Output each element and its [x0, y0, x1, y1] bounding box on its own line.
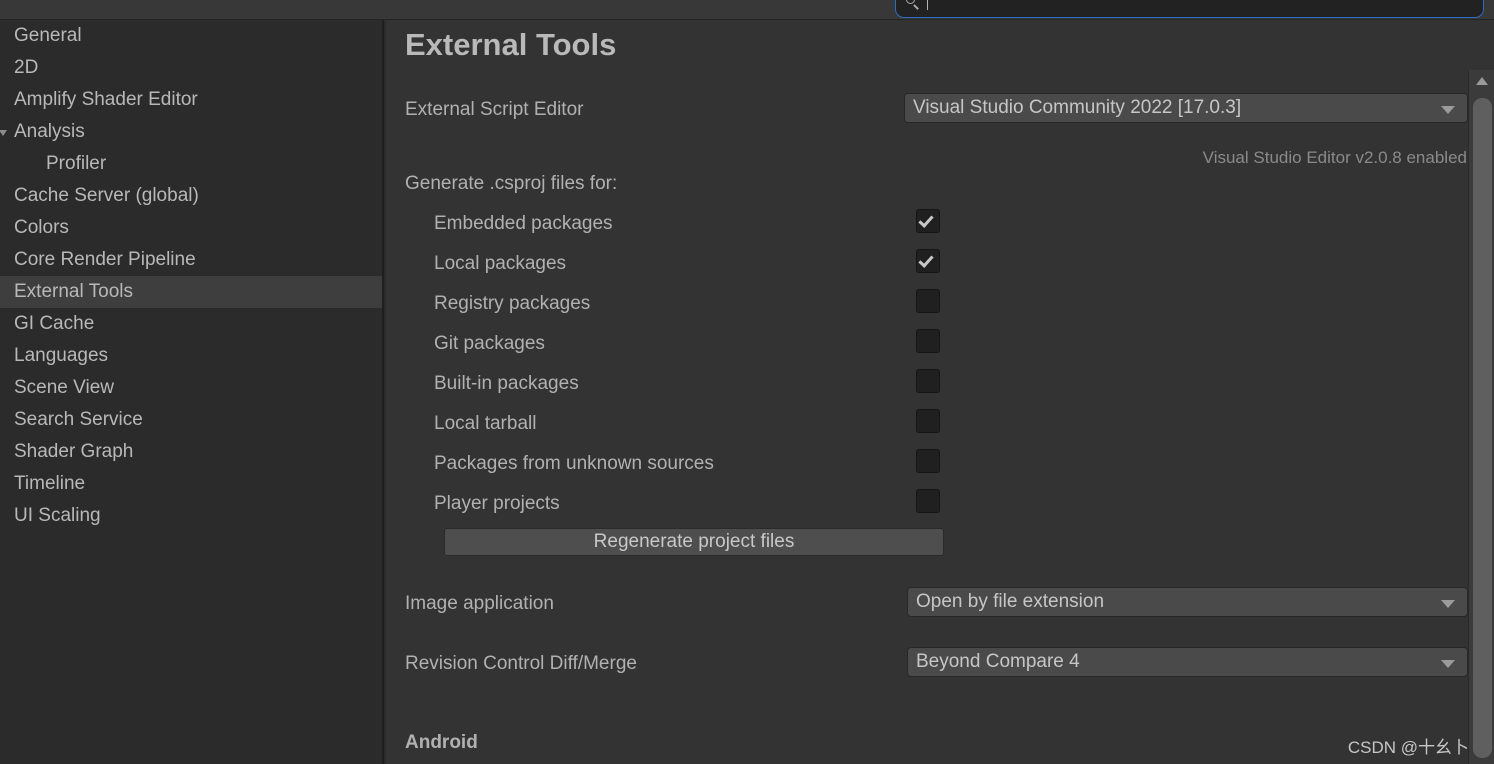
- image-application-dropdown[interactable]: Open by file extension: [907, 587, 1468, 617]
- checkbox-registry-packages[interactable]: [916, 289, 940, 313]
- revision-control-value: Beyond Compare 4: [916, 651, 1080, 673]
- sidebar-item-label: External Tools: [14, 281, 133, 303]
- revision-control-dropdown[interactable]: Beyond Compare 4: [907, 647, 1468, 677]
- sidebar-item-label: Scene View: [14, 377, 114, 399]
- checkbox-embedded-packages-label: Embedded packages: [434, 213, 613, 235]
- check-icon: [918, 252, 933, 268]
- search-icon: [905, 0, 921, 11]
- chevron-down-icon: [1441, 660, 1455, 668]
- content-scrollbar[interactable]: [1468, 70, 1494, 764]
- sidebar-item-label: Search Service: [14, 409, 143, 431]
- sidebar-item-gi-cache[interactable]: GI Cache: [0, 308, 384, 340]
- regenerate-project-files-button[interactable]: Regenerate project files: [444, 528, 944, 556]
- sidebar-item-label: Profiler: [46, 153, 106, 175]
- sidebar-item-scene-view[interactable]: Scene View: [0, 372, 384, 404]
- sidebar-item-label: General: [14, 25, 82, 47]
- sidebar-item-label: Analysis: [14, 121, 85, 143]
- sidebar-item-cache-server-global[interactable]: Cache Server (global): [0, 180, 384, 212]
- scroll-up-icon[interactable]: [1476, 77, 1488, 85]
- sidebar-item-languages[interactable]: Languages: [0, 340, 384, 372]
- sidebar-item-ui-scaling[interactable]: UI Scaling: [0, 500, 384, 532]
- checkbox-built-in-packages[interactable]: [916, 369, 940, 393]
- sidebar-item-analysis[interactable]: Analysis: [0, 116, 384, 148]
- sidebar-item-label: Amplify Shader Editor: [14, 89, 198, 111]
- checkbox-registry-packages-label: Registry packages: [434, 293, 590, 315]
- sidebar-item-label: 2D: [14, 57, 38, 79]
- checkbox-local-packages[interactable]: [916, 249, 940, 273]
- sidebar-item-label: UI Scaling: [14, 505, 101, 527]
- revision-control-label: Revision Control Diff/Merge: [405, 653, 637, 675]
- sidebar-item-label: Cache Server (global): [14, 185, 199, 207]
- regenerate-project-files-label: Regenerate project files: [594, 531, 795, 553]
- sidebar-list: General 2D Amplify Shader Editor Analysis Pr…: [0, 20, 384, 532]
- sidebar-item-label: Shader Graph: [14, 441, 133, 463]
- sidebar-item-general[interactable]: General: [0, 20, 384, 52]
- csdn-watermark: CSDN @十幺卜入: [1348, 733, 1486, 758]
- chevron-down-icon[interactable]: [0, 130, 7, 136]
- external-script-editor-label: External Script Editor: [405, 99, 583, 121]
- chevron-down-icon: [1441, 600, 1455, 608]
- sidebar-item-timeline[interactable]: Timeline: [0, 468, 384, 500]
- sidebar-item-2d[interactable]: 2D: [0, 52, 384, 84]
- script-editor-status-text: Visual Studio Editor v2.0.8 enabled: [1203, 148, 1467, 168]
- external-script-editor-value: Visual Studio Community 2022 [17.0.3]: [913, 97, 1241, 119]
- generate-csproj-label: Generate .csproj files for:: [405, 173, 617, 195]
- chevron-down-icon: [1441, 106, 1455, 114]
- sidebar-item-shader-graph[interactable]: Shader Graph: [0, 436, 384, 468]
- page-title: External Tools: [405, 27, 616, 63]
- sidebar-item-label: Colors: [14, 217, 69, 239]
- sidebar-divider: [382, 20, 384, 764]
- checkbox-player-projects-label: Player projects: [434, 493, 560, 515]
- preferences-window: General 2D Amplify Shader Editor Analysis Pr…: [0, 0, 1494, 764]
- text-caret: [927, 0, 928, 10]
- checkbox-built-in-packages-label: Built-in packages: [434, 373, 579, 395]
- checkbox-git-packages-label: Git packages: [434, 333, 545, 355]
- sidebar-item-core-render-pipeline[interactable]: Core Render Pipeline: [0, 244, 384, 276]
- image-application-value: Open by file extension: [916, 591, 1104, 613]
- checkbox-packages-from-unknown-sources[interactable]: [916, 449, 940, 473]
- check-icon: [918, 212, 933, 228]
- checkbox-local-tarball[interactable]: [916, 409, 940, 433]
- settings-category-sidebar[interactable]: General 2D Amplify Shader Editor Analysis Pr…: [0, 19, 384, 764]
- settings-content-pane: External Tools External Script Editor Vi…: [386, 19, 1494, 764]
- checkbox-packages-from-unknown-sources-label: Packages from unknown sources: [434, 453, 714, 475]
- sidebar-item-label: Core Render Pipeline: [14, 249, 196, 271]
- toolbar-spacer: [0, 0, 895, 19]
- checkbox-git-packages[interactable]: [916, 329, 940, 353]
- sidebar-item-label: Timeline: [14, 473, 85, 495]
- scrollbar-thumb[interactable]: [1473, 98, 1492, 758]
- sidebar-item-external-tools[interactable]: External Tools: [0, 276, 384, 308]
- sidebar-item-search-service[interactable]: Search Service: [0, 404, 384, 436]
- image-application-label: Image application: [405, 593, 554, 615]
- sidebar-item-colors[interactable]: Colors: [0, 212, 384, 244]
- sidebar-item-label: GI Cache: [14, 313, 94, 335]
- sidebar-item-profiler[interactable]: Profiler: [0, 148, 384, 180]
- checkbox-local-packages-label: Local packages: [434, 253, 566, 275]
- checkbox-local-tarball-label: Local tarball: [434, 413, 536, 435]
- search-input[interactable]: [895, 0, 1484, 18]
- checkbox-embedded-packages[interactable]: [916, 209, 940, 233]
- external-script-editor-dropdown[interactable]: Visual Studio Community 2022 [17.0.3]: [904, 93, 1468, 123]
- sidebar-item-label: Languages: [14, 345, 108, 367]
- sidebar-item-amplify-shader-editor[interactable]: Amplify Shader Editor: [0, 84, 384, 116]
- checkbox-player-projects[interactable]: [916, 489, 940, 513]
- toolbar: [0, 0, 1494, 19]
- android-section-header: Android: [405, 732, 478, 754]
